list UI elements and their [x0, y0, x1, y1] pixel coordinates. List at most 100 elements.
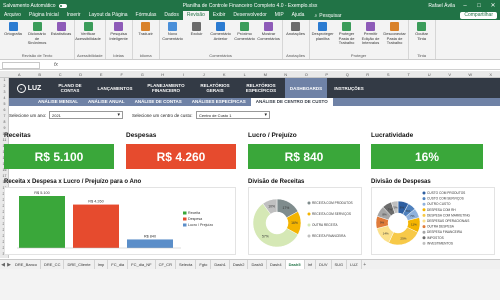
- sheet-tab-dash1[interactable]: Dash1: [211, 259, 230, 270]
- sheet-tab-fc-dia[interactable]: FC_dia: [108, 259, 129, 270]
- cost-center-select[interactable]: Centro de Custo 1: [196, 111, 270, 119]
- column-header-u[interactable]: U: [419, 71, 440, 78]
- sheet-tab-sug[interactable]: SUG: [332, 259, 348, 270]
- pesquisa-inteligente-button[interactable]: Pesquisa Inteligente: [108, 21, 130, 53]
- tab-revisao[interactable]: Revisão: [182, 11, 209, 20]
- row-header-6[interactable]: 6: [0, 108, 9, 112]
- proximo-comentario-button[interactable]: Próximo Comentário: [234, 21, 256, 53]
- desconectar-pasta-de-trabalho-button[interactable]: Desconectar Pasta de Trabalho: [383, 21, 406, 53]
- column-header-v[interactable]: V: [440, 71, 461, 78]
- sheet-tab-dash5[interactable]: Dash5: [285, 259, 305, 270]
- column-header-d[interactable]: D: [71, 71, 92, 78]
- tab-arquivo[interactable]: Arquivo: [0, 11, 25, 20]
- sheet-tab-fgto[interactable]: Fgto: [196, 259, 212, 270]
- nav-dashboards[interactable]: DASHBOARDS: [285, 78, 327, 98]
- sheet-tab-dre-cliente[interactable]: DRE_Cliente: [64, 259, 95, 270]
- year-select[interactable]: 2021: [49, 111, 123, 119]
- sheet-tab-imp[interactable]: Imp: [95, 259, 109, 270]
- column-header-w[interactable]: W: [460, 71, 481, 78]
- tab-desenvolvedor[interactable]: Desenvolvedor: [229, 11, 270, 20]
- row-header-9[interactable]: 9: [0, 126, 9, 130]
- tab-inserir[interactable]: Inserir: [63, 11, 85, 20]
- nav-instrucoes[interactable]: INSTRUÇÕES: [327, 78, 371, 98]
- row-header-5[interactable]: 5: [0, 102, 9, 106]
- sheet-tab-dre-banco[interactable]: DRE_Banco: [12, 259, 42, 270]
- column-header-r[interactable]: R: [358, 71, 379, 78]
- nav-relatorios-gerais[interactable]: RELATÓRIOS GERAIS: [193, 78, 237, 98]
- nav-lancamentos[interactable]: LANÇAMENTOS: [91, 78, 139, 98]
- nav-plano-de-contas[interactable]: PLANO DE CONTAS: [49, 78, 91, 98]
- column-header-p[interactable]: P: [317, 71, 338, 78]
- column-header-s[interactable]: S: [378, 71, 399, 78]
- column-header-h[interactable]: H: [153, 71, 174, 78]
- column-header-g[interactable]: G: [132, 71, 153, 78]
- ortografia-button[interactable]: Ortografia: [2, 21, 24, 53]
- user-name[interactable]: Rafael Ávila: [428, 3, 455, 9]
- subnav-analise-contas[interactable]: ANÁLISE DE CONTAS: [130, 98, 187, 106]
- mostrar-comentarios-button[interactable]: Mostrar Comentários: [257, 21, 280, 53]
- tab-pagina-inicial[interactable]: Página Inicial: [25, 11, 63, 20]
- column-header-n[interactable]: N: [276, 71, 297, 78]
- sheet-tab-dre-cc[interactable]: DRE_CC: [41, 259, 65, 270]
- estatisticas-button[interactable]: Estatísticas: [50, 21, 72, 53]
- maximize-icon[interactable]: □: [475, 3, 483, 9]
- add-sheet-icon[interactable]: +: [362, 262, 368, 268]
- permitir-edicao-de-intervalos-button[interactable]: Permitir Edição de Intervalos: [360, 21, 382, 53]
- sheet-tab-dash3[interactable]: Dash3: [248, 259, 268, 270]
- sheet-tab-cf-cr[interactable]: CF_CR: [156, 259, 176, 270]
- sheet-tab-dash2[interactable]: Dash2: [230, 259, 249, 270]
- column-header-m[interactable]: M: [255, 71, 276, 78]
- sheet-tab-inf[interactable]: Inf: [305, 259, 317, 270]
- comentario-anterior-button[interactable]: Comentário Anterior: [210, 21, 232, 53]
- fx-icon[interactable]: fx: [54, 62, 58, 68]
- row-header-2[interactable]: 2: [0, 84, 9, 88]
- novo-comentario-button[interactable]: Novo Comentário: [162, 21, 184, 53]
- sheet-tab-luz[interactable]: LUZ: [347, 259, 362, 270]
- excluir-button[interactable]: Excluir: [186, 21, 208, 53]
- subnav-centro-custo[interactable]: ANÁLISE DE CENTRO DE CUSTO: [250, 98, 333, 106]
- sheet-tab-fc-dia-nf[interactable]: FC_dia_NF: [128, 259, 156, 270]
- column-header-f[interactable]: F: [112, 71, 133, 78]
- share-button[interactable]: Compartilhar: [460, 12, 497, 19]
- dicionario-de-sinonimos-button[interactable]: Dicionário de Sinônimos: [26, 21, 48, 53]
- column-header-l[interactable]: L: [235, 71, 256, 78]
- row-header-3[interactable]: 3: [0, 90, 9, 94]
- row-header-17[interactable]: 17: [0, 174, 9, 178]
- tab-layout[interactable]: Layout da Página: [85, 11, 132, 20]
- anotacoes-button[interactable]: Anotações: [285, 21, 307, 53]
- traduzir-button[interactable]: Traduzir: [135, 21, 157, 53]
- row-header-4[interactable]: 4: [0, 96, 9, 100]
- nav-planejamento[interactable]: PLANEJAMENTO FINANCEIRO: [139, 78, 193, 98]
- tab-dados[interactable]: Dados: [160, 11, 182, 20]
- column-header-q[interactable]: Q: [337, 71, 358, 78]
- tab-formulas[interactable]: Fórmulas: [132, 11, 161, 20]
- row-header-1[interactable]: 1: [0, 78, 9, 82]
- tab-ajuda[interactable]: Ajuda: [288, 11, 309, 20]
- column-header-x[interactable]: X: [481, 71, 500, 78]
- column-header-b[interactable]: B: [30, 71, 51, 78]
- name-box[interactable]: [2, 61, 40, 69]
- row-header-7[interactable]: 7: [0, 114, 9, 118]
- search-box[interactable]: ⌕ Pesquisar: [314, 13, 341, 19]
- ocultar-tinta-button[interactable]: Ocultar Tinta: [411, 21, 433, 53]
- nav-relatorios-especificos[interactable]: RELATÓRIOS ESPECÍFICOS: [237, 78, 285, 98]
- tab-exibir[interactable]: Exibir: [209, 11, 230, 20]
- verificar-acessibilidade-button[interactable]: Verificar Acessibilidade: [75, 21, 101, 53]
- column-header-t[interactable]: T: [399, 71, 420, 78]
- desproteger-planilha-button[interactable]: Desproteger planilha: [312, 21, 334, 53]
- column-header-o[interactable]: O: [296, 71, 317, 78]
- subnav-analise-mensal[interactable]: ANÁLISE MENSAL: [33, 98, 83, 106]
- column-header-k[interactable]: K: [214, 71, 235, 78]
- subnav-analises-especificas[interactable]: ANÁLISES ESPECÍFICAS: [187, 98, 251, 106]
- column-header-j[interactable]: J: [194, 71, 215, 78]
- column-header-e[interactable]: E: [91, 71, 112, 78]
- tab-mip[interactable]: MIP: [271, 11, 288, 20]
- column-header-a[interactable]: A: [9, 71, 30, 78]
- minimize-icon[interactable]: –: [461, 3, 469, 9]
- proteger-pasta-de-trabalho-button[interactable]: Proteger Pasta de Trabalho: [336, 21, 358, 53]
- column-header-c[interactable]: C: [50, 71, 71, 78]
- column-header-i[interactable]: I: [173, 71, 194, 78]
- autosave-toggle[interactable]: [58, 3, 67, 8]
- sheet-tab-dash4[interactable]: Dash4: [267, 259, 286, 270]
- subnav-analise-anual[interactable]: ANÁLISE ANUAL: [83, 98, 130, 106]
